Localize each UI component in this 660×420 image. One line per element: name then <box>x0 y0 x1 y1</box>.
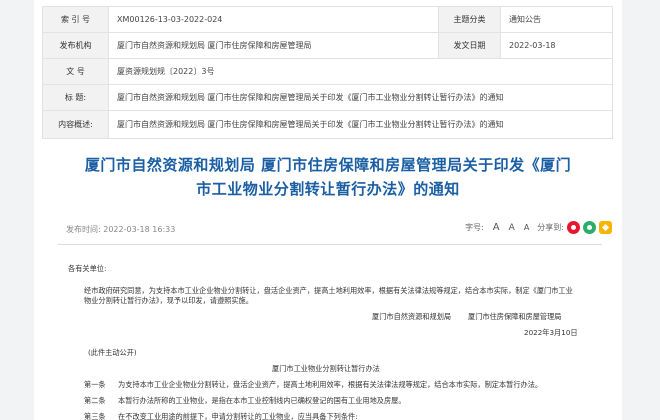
article-label: 第三条 <box>84 412 106 420</box>
meta-value-docnum: 厦资源规划规〔2022〕3号 <box>108 58 613 85</box>
meta-value-index: XM00126-13-03-2022-024 <box>108 6 439 33</box>
meta-row-summary: 内容概述: 厦门市自然资源和规划局 厦门市住房保障和房屋管理局关于印发《厦门市工… <box>42 110 613 139</box>
signature-org-1: 厦门市自然资源和规划局 <box>372 312 452 321</box>
meta-label-title: 标 题: <box>42 84 109 111</box>
qzone-share-icon[interactable] <box>599 221 612 234</box>
meta-label-summary: 内容概述: <box>42 110 109 139</box>
meta-row-index: 索 引 号 XM00126-13-03-2022-024 主题分类 通知公告 <box>42 6 613 33</box>
meta-label-docnum: 文 号 <box>42 58 109 85</box>
meta-row-publisher: 发布机构 厦门市自然资源和规划局 厦门市住房保障和房屋管理局 发文日期 2022… <box>42 32 613 59</box>
meta-row-title: 标 题: 厦门市自然资源和规划局 厦门市住房保障和房屋管理局关于印发《厦门市工业… <box>42 84 613 111</box>
meta-value-publisher: 厦门市自然资源和规划局 厦门市住房保障和房屋管理局 <box>108 32 439 59</box>
meta-label-publisher: 发布机构 <box>42 32 109 59</box>
meta-label-category: 主题分类 <box>438 6 501 33</box>
signature-org-2: 厦门市住房保障和房屋管理局 <box>468 312 562 321</box>
signature-date: 2022年3月10日 <box>524 328 578 337</box>
article-label: 第二条 <box>84 396 106 405</box>
public-note: (此件主动公开) <box>88 348 137 357</box>
article-text: 为支持本市工业企业物业分割转让，盘活企业资产，提高土地利用效率，根据有关法律法规… <box>118 380 543 389</box>
meta-value-category: 通知公告 <box>500 6 613 33</box>
meta-label-date: 发文日期 <box>438 32 501 59</box>
article-label: 第一条 <box>84 380 106 389</box>
article-title-line2: 市工业物业分割转让暂行办法》的通知 <box>196 180 460 198</box>
share-label: 分享到: <box>537 223 564 232</box>
paragraph-line: 经市政府研究同意，为支持本市工业企业物业分割转让，盘活企业资产，提高土地利用效率… <box>84 286 573 295</box>
article-title-line1: 厦门市自然资源和规划局 厦门市住房保障和房屋管理局关于印发《厦门 <box>84 156 572 174</box>
document-meta-table: 索 引 号 XM00126-13-03-2022-024 主题分类 通知公告 发… <box>42 6 613 139</box>
article-text: 本暂行办法所称的工业物业，是指在本市工业控制线内已确权登记的国有工业用地及房屋。 <box>118 396 406 405</box>
meta-value-summary: 厦门市自然资源和规划局 厦门市住房保障和房屋管理局关于印发《厦门市工业物业分割转… <box>108 110 613 139</box>
font-size-medium-button[interactable]: A <box>509 223 515 233</box>
wechat-share-icon[interactable] <box>583 221 596 234</box>
font-size-large-button[interactable]: A <box>493 222 500 233</box>
font-size-small-button[interactable]: A <box>524 223 529 232</box>
meta-value-date: 2022-03-18 <box>500 32 613 59</box>
article-text: 在不改变工业用途的前提下，申请分割转让的工业物业，应当具备下列条件: <box>118 412 358 420</box>
salutation: 各有关单位: <box>68 264 107 273</box>
meta-row-docnum: 文 号 厦资源规划规〔2022〕3号 <box>42 58 613 85</box>
weibo-share-icon[interactable] <box>567 221 580 234</box>
document-card: 索 引 号 XM00126-13-03-2022-024 主题分类 通知公告 发… <box>34 0 622 420</box>
publish-time: 发布时间: 2022-03-18 16:33 <box>66 225 176 234</box>
article-tools: 字号: A A A 分享到: <box>465 221 612 234</box>
font-size-label: 字号: <box>465 223 484 232</box>
doc-subtitle: 厦门市工业物业分割转让暂行办法 <box>272 364 380 373</box>
article-title: 厦门市自然资源和规划局 厦门市住房保障和房屋管理局关于印发《厦门 市工业物业分割… <box>54 153 602 201</box>
meta-label-index: 索 引 号 <box>42 6 109 33</box>
meta-value-title: 厦门市自然资源和规划局 厦门市住房保障和房屋管理局关于印发《厦门市工业物业分割转… <box>108 84 613 111</box>
header-divider <box>58 244 602 245</box>
paragraph-line: 物业分割转让暂行办法》，现予以印发，请遵照实施。 <box>84 296 253 305</box>
